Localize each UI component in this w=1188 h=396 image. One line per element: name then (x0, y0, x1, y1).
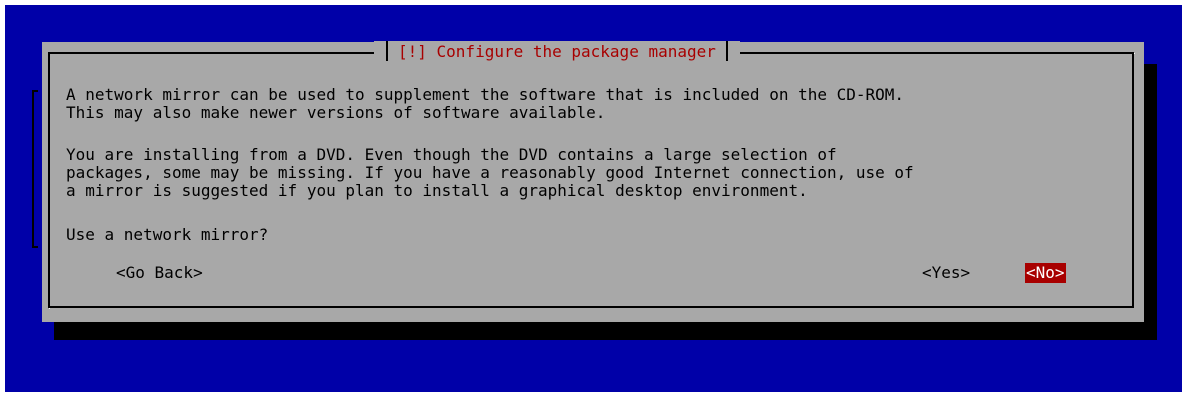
go-back-button[interactable]: <Go Back> (116, 263, 203, 283)
paragraph2-line1: You are installing from a DVD. Even thou… (66, 145, 837, 164)
dialog-title-box: [!] Configure the package manager (374, 41, 740, 61)
title-left-bar (386, 41, 388, 61)
paragraph2-line2: packages, some may be missing. If you ha… (66, 163, 914, 182)
no-button[interactable]: <No> (1025, 263, 1066, 283)
paragraph2-line3: a mirror is suggested if you plan to ins… (66, 181, 808, 200)
question-text: Use a network mirror? (66, 225, 269, 244)
background-window-edge (32, 90, 38, 248)
paragraph1-line2: This may also make newer versions of sof… (66, 103, 606, 122)
paragraph1-line1: A network mirror can be used to suppleme… (66, 85, 905, 104)
yes-button[interactable]: <Yes> (922, 263, 970, 283)
dialog-title: [!] Configure the package manager (398, 41, 716, 61)
title-right-bar (725, 41, 728, 61)
